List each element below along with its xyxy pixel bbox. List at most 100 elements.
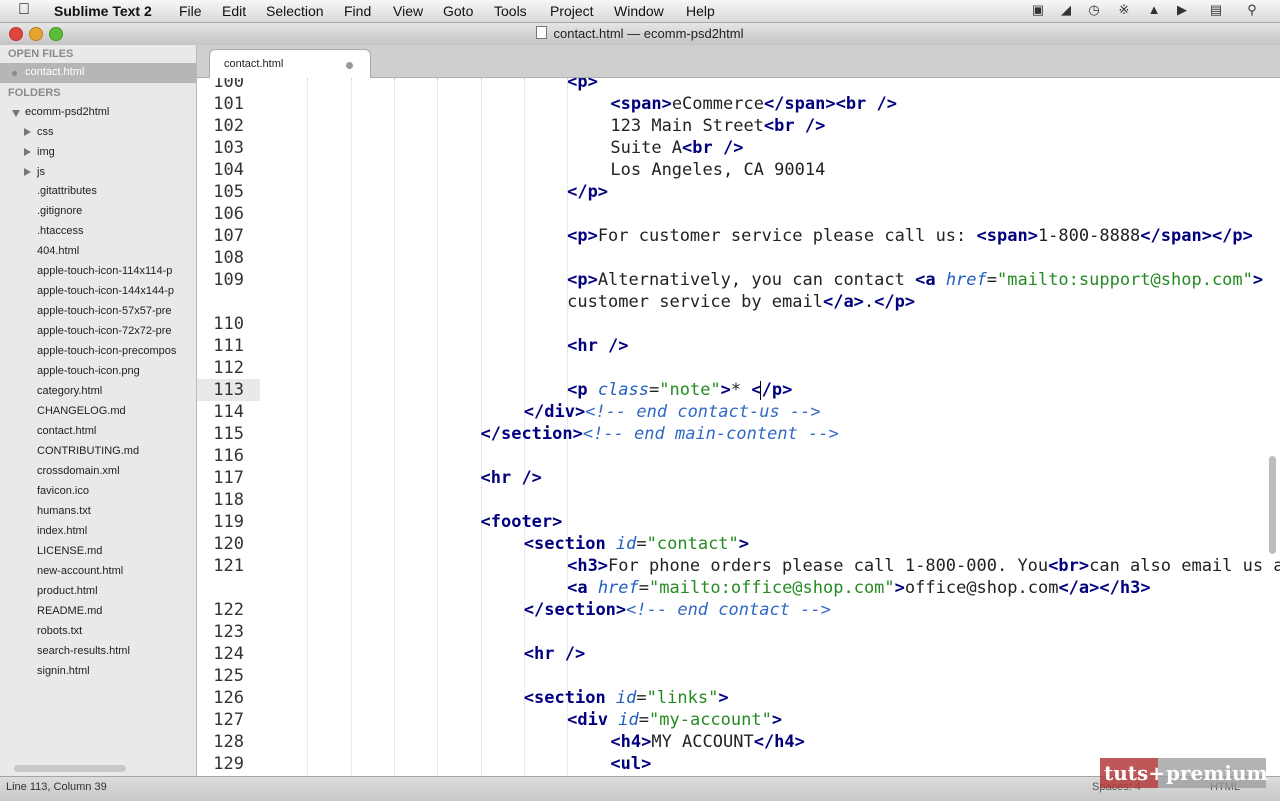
code-line[interactable]: <a href="mailto:office@shop.com">office@… [567, 578, 1150, 598]
sidebar-file-item[interactable]: .htaccess [0, 222, 196, 242]
code-editor[interactable]: 100 <p> 101 <span>eCommerce</span><br /> 102… [197, 78, 1280, 776]
camera-icon[interactable]: ▣ [1028, 2, 1048, 18]
menu-goto[interactable]: Goto [443, 3, 473, 19]
sidebar-file-item[interactable]: signin.html [0, 662, 196, 682]
code-line[interactable]: <span>eCommerce</span><br /> [610, 94, 897, 114]
adobe-icon[interactable]: ◢ [1056, 2, 1076, 18]
menu-project[interactable]: Project [550, 3, 594, 19]
code-line[interactable]: <footer> [481, 512, 563, 532]
code-line[interactable]: Suite A<br /> [610, 138, 743, 158]
tab-label: contact.html [224, 58, 284, 70]
line-number: 124 [213, 644, 244, 664]
sidebar-file-item[interactable]: CONTRIBUTING.md [0, 442, 196, 462]
menu-window[interactable]: Window [614, 3, 664, 19]
disclosure-right-icon[interactable] [24, 128, 31, 136]
open-file-item[interactable]: contact.html [0, 63, 196, 83]
sidebar-file-item[interactable]: 404.html [0, 242, 196, 262]
sidebar-file-label: apple-touch-icon-114x114-p [37, 265, 173, 277]
sidebar-file-item[interactable]: .gitattributes [0, 182, 196, 202]
folders-header: FOLDERS [8, 87, 61, 99]
menu-file[interactable]: File [179, 3, 202, 19]
tab-unsaved-dot-icon[interactable] [346, 62, 353, 69]
menu-find[interactable]: Find [344, 3, 371, 19]
sidebar-file-item[interactable]: LICENSE.md [0, 542, 196, 562]
sidebar: OPEN FILES contact.html FOLDERS ecomm-ps… [0, 45, 197, 776]
code-line[interactable]: </section><!-- end contact --> [524, 600, 831, 620]
apple-icon[interactable]:  [18, 1, 30, 19]
bluetooth-icon[interactable]: ※ [1114, 2, 1134, 18]
battery-icon[interactable]: ▤ [1206, 2, 1226, 18]
line-number: 103 [213, 138, 244, 158]
sidebar-file-item[interactable]: robots.txt [0, 622, 196, 642]
code-line[interactable]: </p> [567, 182, 608, 202]
sidebar-folder-js[interactable]: js [0, 163, 196, 183]
sidebar-file-item[interactable]: apple-touch-icon-72x72-pre [0, 322, 196, 342]
menu-view[interactable]: View [393, 3, 423, 19]
sidebar-file-item[interactable]: README.md [0, 602, 196, 622]
sidebar-file-item[interactable]: CHANGELOG.md [0, 402, 196, 422]
sidebar-file-item[interactable]: apple-touch-icon-precompos [0, 342, 196, 362]
wifi-icon[interactable]: ▲ [1144, 2, 1164, 17]
sidebar-file-item[interactable]: search-results.html [0, 642, 196, 662]
time-machine-icon[interactable]: ◷ [1084, 2, 1104, 18]
editor-scrollbar[interactable] [1269, 456, 1276, 554]
disclosure-right-icon[interactable] [24, 168, 31, 176]
sidebar-file-item[interactable]: .gitignore [0, 202, 196, 222]
tab-contact-html[interactable]: contact.html [209, 49, 371, 79]
sidebar-file-item[interactable]: apple-touch-icon-114x114-p [0, 262, 196, 282]
folder-root[interactable]: ecomm-psd2html [0, 103, 196, 123]
sidebar-file-item[interactable]: category.html [0, 382, 196, 402]
line-number: 122 [213, 600, 244, 620]
code-token: <h3> [567, 556, 609, 576]
sidebar-file-item[interactable]: contact.html [0, 422, 196, 442]
code-line[interactable]: </div><!-- end contact-us --> [524, 402, 821, 422]
sidebar-folder-img[interactable]: img [0, 143, 196, 163]
code-line[interactable]: <h4>MY ACCOUNT</h4> [610, 732, 805, 752]
sidebar-file-item[interactable]: apple-touch-icon-57x57-pre [0, 302, 196, 322]
sidebar-scrollbar[interactable] [14, 765, 126, 772]
sidebar-file-item[interactable]: favicon.ico [0, 482, 196, 502]
menu-app-name[interactable]: Sublime Text 2 [54, 3, 152, 19]
disclosure-down-icon[interactable] [12, 110, 20, 117]
code-line[interactable]: <hr /> [524, 644, 585, 664]
open-files-header: OPEN FILES [8, 48, 74, 60]
menu-edit[interactable]: Edit [222, 3, 246, 19]
sidebar-file-label: apple-touch-icon-precompos [37, 345, 177, 357]
sidebar-folder-css[interactable]: css [0, 123, 196, 143]
code-line[interactable]: <section id="contact"> [524, 534, 749, 554]
sidebar-file-item[interactable]: crossdomain.xml [0, 462, 196, 482]
code-line[interactable]: <ul> [610, 754, 651, 774]
sidebar-file-item[interactable]: apple-touch-icon.png [0, 362, 196, 382]
menu-selection[interactable]: Selection [266, 3, 324, 19]
disclosure-right-icon[interactable] [24, 148, 31, 156]
menu-help[interactable]: Help [686, 3, 715, 19]
code-line[interactable]: <section id="links"> [524, 688, 729, 708]
sidebar-file-item[interactable]: apple-touch-icon-144x144-p [0, 282, 196, 302]
code-token: </p> [567, 182, 609, 202]
line-number: 105 [213, 182, 244, 202]
code-line[interactable]: <p>Alternatively, you can contact <a hre… [567, 270, 1263, 290]
code-token: > [1252, 270, 1264, 290]
code-token: </p> [874, 292, 916, 312]
code-token: </span><br /> [763, 94, 897, 114]
code-line[interactable]: <hr /> [567, 336, 628, 356]
code-line[interactable]: <hr /> [481, 468, 542, 488]
code-line[interactable]: Los Angeles, CA 90014 [610, 160, 825, 180]
code-line[interactable]: </section><!-- end main-content --> [481, 424, 839, 444]
code-line[interactable]: 123 Main Street<br /> [610, 116, 825, 136]
code-line[interactable]: customer service by email</a>.</p> [567, 292, 915, 312]
sidebar-file-item[interactable]: product.html [0, 582, 196, 602]
code-line[interactable]: <p> [567, 78, 598, 92]
sidebar-file-item[interactable]: humans.txt [0, 502, 196, 522]
line-number: 125 [213, 666, 244, 686]
sidebar-file-item[interactable]: index.html [0, 522, 196, 542]
volume-icon[interactable]: ▶ [1172, 2, 1192, 18]
sidebar-file-label: .gitignore [37, 205, 83, 217]
code-line[interactable]: <p>For customer service please call us: … [567, 226, 1253, 246]
sidebar-file-item[interactable]: new-account.html [0, 562, 196, 582]
code-line[interactable]: <div id="my-account"> [567, 710, 782, 730]
code-token: </a> [822, 292, 864, 312]
spotlight-search-icon[interactable]: ⚲ [1242, 2, 1262, 18]
menu-tools[interactable]: Tools [494, 3, 527, 19]
code-line[interactable]: <h3>For phone orders please call 1-800-0… [567, 556, 1280, 576]
